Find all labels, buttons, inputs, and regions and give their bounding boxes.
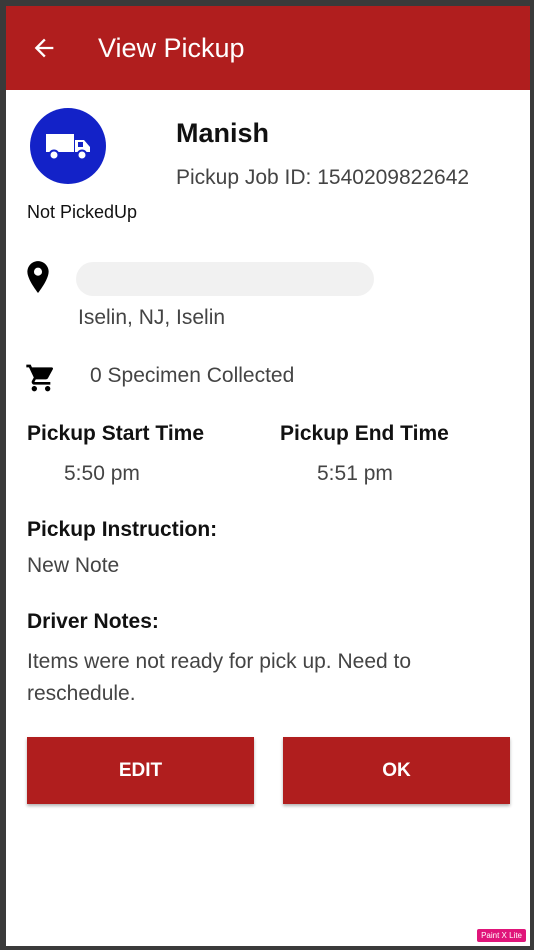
address-redacted — [76, 262, 374, 296]
pickup-job-id: Pickup Job ID: 1540209822642 — [176, 166, 470, 189]
arrow-back-icon — [34, 38, 54, 58]
specimen-count: 0 Specimen Collected — [90, 364, 295, 387]
start-time-label: Pickup Start Time — [27, 422, 205, 445]
cart-icon — [26, 364, 54, 392]
instruction-label: Pickup Instruction: — [27, 518, 218, 541]
pickup-city: Iselin, NJ, Iselin — [78, 306, 226, 329]
page-title: View Pickup — [98, 33, 245, 63]
end-time-label: Pickup End Time — [280, 422, 449, 445]
end-time-value: 5:51 pm — [317, 462, 393, 485]
watermark-badge: Paint X Lite — [477, 929, 526, 942]
ok-button[interactable]: OK — [283, 737, 510, 804]
screen: View Pickup Not PickedUp Manish Pickup J… — [6, 6, 530, 946]
instruction-value: New Note — [27, 554, 120, 577]
location-pin-icon — [27, 261, 49, 293]
driver-notes-label: Driver Notes: — [27, 610, 159, 633]
driver-notes-value: Items were not ready for pick up. Need t… — [27, 650, 412, 705]
pickup-status: Not PickedUp — [27, 202, 138, 222]
edit-button[interactable]: EDIT — [27, 737, 254, 804]
back-button[interactable] — [28, 32, 60, 64]
customer-name: Manish — [176, 118, 270, 148]
truck-icon — [46, 134, 90, 161]
app-bar: View Pickup — [6, 6, 530, 90]
pickup-avatar — [30, 108, 106, 184]
start-time-value: 5:50 pm — [64, 462, 140, 485]
